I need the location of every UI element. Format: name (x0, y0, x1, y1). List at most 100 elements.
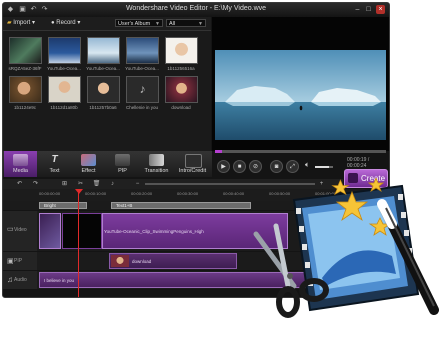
text-clip[interactable]: Text1+B (111, 202, 251, 209)
stop-icon: ■ (237, 164, 242, 170)
text-clip-label: Bright (44, 203, 56, 208)
split-button[interactable]: ⊘ (249, 160, 262, 173)
playhead[interactable] (78, 193, 79, 297)
media-library: sRQZA5eZ-36fF YouTube-Ocea... YouTube-Oc… (3, 31, 211, 151)
play-button[interactable]: ▶ (217, 160, 230, 173)
library-item-label: download (171, 105, 191, 110)
function-tabs: Media T Text Effect PIP Transition Intro… (3, 151, 212, 177)
library-item[interactable] (48, 37, 81, 64)
volume-slider[interactable] (315, 166, 333, 168)
library-item-label: YouTube-Ocea... (125, 66, 159, 71)
pip-clip-thumbnail (111, 255, 129, 267)
video-track-header: ▭ Video (3, 211, 37, 251)
play-icon: ▶ (221, 164, 226, 170)
close-button[interactable]: × (376, 5, 385, 14)
library-item-label: YouTube-Ocea... (86, 66, 120, 71)
album-select[interactable]: User's Album ▼ (115, 19, 163, 27)
import-button[interactable]: ▰ Import ▾ (7, 19, 35, 28)
redo-icon[interactable]: ↷ (31, 180, 40, 188)
ruler-tick: 00:00:10:00 (85, 191, 107, 196)
volume-slider-fill (315, 166, 329, 168)
camera-icon: ◙ (274, 164, 279, 170)
delete-icon[interactable]: 🗑︎ (92, 180, 101, 188)
tab-label: Text (49, 168, 60, 174)
text-clip[interactable]: Bright (39, 202, 87, 209)
library-item-label: 1b112d1a80b (50, 105, 78, 110)
video-track-label: Video (14, 227, 27, 233)
tab-transition[interactable]: Transition (140, 151, 173, 177)
tab-text[interactable]: T Text (38, 151, 71, 177)
effect-icon (81, 154, 96, 166)
maximize-button[interactable]: □ (364, 5, 373, 14)
pip-clip[interactable]: download (109, 253, 237, 269)
album-select-value: User's Album (118, 21, 151, 27)
folder-icon: ▰ (7, 20, 12, 26)
fullscreen-icon: ⤢ (290, 164, 295, 170)
tab-label: Intro/Credit (178, 168, 207, 174)
music-note-icon: ♪ (139, 82, 146, 96)
window-title: Wondershare Video Editor - E:\My Video.w… (125, 5, 267, 12)
preview-image (215, 50, 386, 140)
tab-intro-credit[interactable]: Intro/Credit (174, 151, 211, 177)
transition-icon (149, 154, 164, 166)
title-bar: ◆ ▣ ↶ ↷ Wondershare Video Editor - E:\My… (3, 3, 389, 17)
library-toolbar: ▰ Import ▾ ● Record ▾ User's Album ▼ All ▼ (3, 17, 211, 31)
library-item[interactable] (126, 37, 159, 64)
chevron-down-icon: ▾ (31, 20, 35, 26)
library-item-label: YouTube-Ocea... (47, 66, 81, 71)
stop-button[interactable]: ■ (233, 160, 246, 173)
ruler-tick: 00:00:20:00 (131, 191, 153, 196)
crop-icon[interactable]: ⊞ (60, 180, 69, 188)
ruler-tick: 00:00:00:00 (39, 191, 61, 196)
ruler-tick: 00:00:30:00 (177, 191, 199, 196)
audio-clip-label: I believe in you (44, 278, 75, 283)
snapshot-button[interactable]: ◙ (270, 160, 283, 173)
text-clip-label: Text1+B (116, 203, 133, 208)
playhead-handle[interactable] (75, 189, 83, 194)
chevron-down-icon: ▾ (77, 20, 81, 26)
library-item[interactable] (87, 37, 120, 64)
media-icon (13, 154, 28, 166)
video-track-icon: ▭ (7, 226, 14, 233)
tab-media[interactable]: Media (4, 151, 37, 177)
library-item-label: sRQZA5eZ-36fF (8, 66, 42, 71)
library-item[interactable] (9, 37, 42, 64)
pip-track-header: ▣ PIP (3, 252, 37, 270)
library-item[interactable] (48, 76, 81, 103)
audio-track-header: ♫ Audio (3, 271, 37, 289)
ruler-tick: 00:00:40:00 (223, 191, 245, 196)
video-clip-thumbnail[interactable] (39, 213, 61, 249)
library-item[interactable] (87, 76, 120, 103)
record-icon: ● (51, 20, 55, 26)
library-item[interactable] (9, 76, 42, 103)
audio-track-label: Audio (14, 277, 27, 283)
library-item-label: 1b11257b0a6 (89, 105, 117, 110)
split-icon: ⊘ (252, 164, 259, 170)
zoom-out-icon[interactable]: − (133, 180, 142, 188)
import-label: Import (13, 20, 31, 26)
tab-pip[interactable]: PIP (106, 151, 139, 177)
tab-label: PIP (118, 168, 127, 174)
library-item-label: 1b1124e9c (14, 105, 36, 110)
cut-icon[interactable]: ✂ (76, 180, 85, 188)
seek-bar[interactable] (215, 150, 386, 153)
library-item[interactable] (165, 76, 198, 103)
seek-bar-fill (215, 150, 222, 153)
library-item[interactable] (165, 37, 198, 64)
pip-track-label: PIP (14, 258, 23, 264)
preview-frame (215, 50, 386, 140)
library-item[interactable]: ♪ (126, 76, 159, 103)
filter-select-value: All (169, 21, 176, 27)
product-artwork (253, 178, 439, 318)
black-clip[interactable] (62, 213, 102, 249)
minimize-button[interactable]: – (353, 5, 362, 14)
fullscreen-button[interactable]: ⤢ (286, 160, 299, 173)
filter-select[interactable]: All ▼ (166, 19, 206, 27)
tab-effect[interactable]: Effect (72, 151, 105, 177)
chevron-down-icon: ▼ (155, 21, 160, 27)
pip-icon (115, 154, 130, 166)
record-button[interactable]: ● Record ▾ (51, 19, 80, 28)
microphone-icon[interactable]: ♪ (108, 180, 117, 188)
undo-icon[interactable]: ↶ (15, 180, 24, 188)
pip-track-icon: ▣ (7, 258, 14, 265)
